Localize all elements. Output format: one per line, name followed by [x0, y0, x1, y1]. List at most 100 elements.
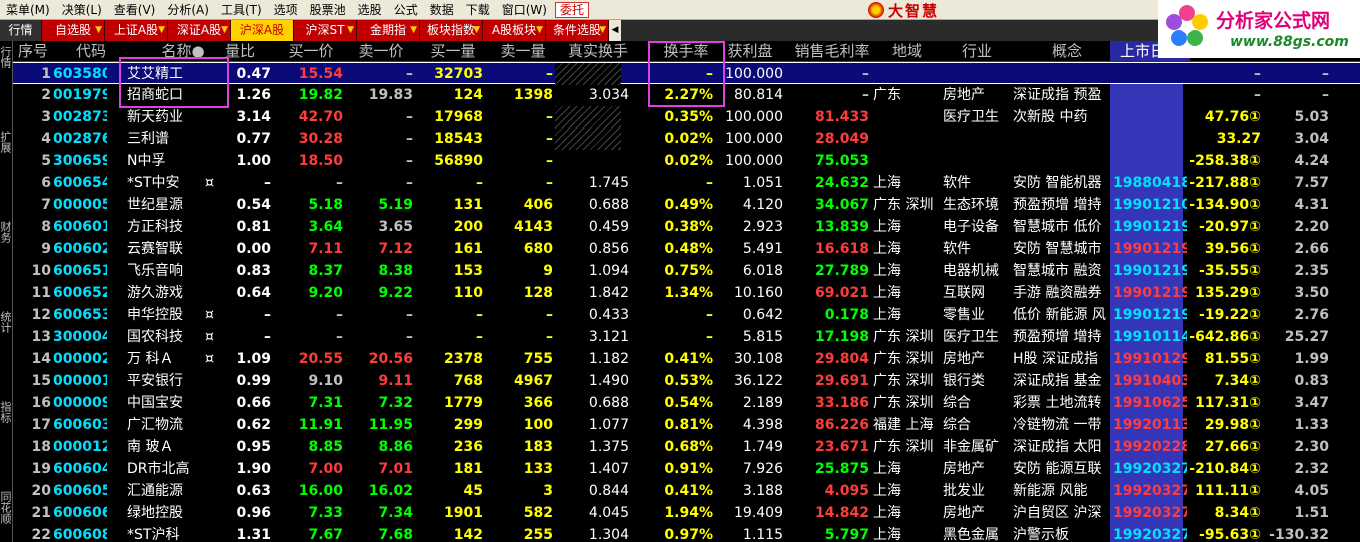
- side-tab-1[interactable]: 扩展: [0, 131, 12, 153]
- table-row[interactable]: 16 000009 中国宝安 0.66 7.31 7.32 1779 366 0.688 0.54…: [13, 392, 1360, 414]
- chevron-down-icon[interactable]: ▼: [284, 20, 291, 41]
- menu-item-12[interactable]: 委托: [554, 1, 589, 18]
- menu-item-10[interactable]: 下载: [460, 0, 496, 20]
- side-tab-3[interactable]: 统计: [0, 311, 12, 333]
- col-header-10[interactable]: 获利盘: [723, 41, 777, 62]
- menu-item-2[interactable]: 查看(V): [108, 0, 162, 20]
- col-header-0[interactable]: 序号: [15, 41, 51, 62]
- cell-sv: 183: [523, 439, 553, 455]
- chevron-down-icon[interactable]: ▼: [221, 20, 228, 41]
- tab-6[interactable]: 金期指 ▼: [357, 20, 420, 41]
- side-tab-5[interactable]: 同花顺: [0, 491, 12, 524]
- side-tab-4[interactable]: 指标: [0, 401, 12, 423]
- col-header-1[interactable]: 代码: [71, 41, 111, 62]
- col-header-4[interactable]: 买一价: [281, 41, 341, 62]
- cell-pb: 7.57: [1294, 175, 1329, 191]
- table-row[interactable]: 5 300659 N中孚 1.00 18.50 – 56890 – 0.02% 100.000 75…: [13, 150, 1360, 172]
- menu-item-8[interactable]: 公式: [388, 0, 424, 20]
- cell-n: 1: [41, 66, 51, 82]
- table-row[interactable]: 8 600601 方正科技 0.81 3.64 3.65 200 4143 0.459 0.38%…: [13, 216, 1360, 238]
- table-row[interactable]: 22 600608 *ST沪科 1.31 7.67 7.68 142 255 1.304 0.97…: [13, 524, 1360, 542]
- table-row[interactable]: 7 000005 世纪星源 0.54 5.18 5.19 131 406 0.688 0.49% 4…: [13, 194, 1360, 216]
- cell-ind: 房地产: [943, 351, 985, 367]
- tab-2[interactable]: 上证A股 ▼: [105, 20, 168, 41]
- cell-gm: 86.226: [814, 417, 869, 433]
- table-row[interactable]: 10 600651 飞乐音响 0.83 8.37 8.38 153 9 1.094 0.75% 6.…: [13, 260, 1360, 282]
- chevron-down-icon[interactable]: ▼: [599, 20, 606, 41]
- menu-item-3[interactable]: 分析(A): [161, 0, 215, 20]
- cell-b1: 5.18: [308, 197, 343, 213]
- cell-rt: 3.034: [588, 87, 629, 103]
- tab-9[interactable]: 条件选股 ▼: [546, 20, 609, 41]
- menu-item-5[interactable]: 选项: [268, 0, 304, 20]
- flag-icon: ¤: [205, 329, 214, 345]
- tab-7[interactable]: 板块指数 ▼: [420, 20, 483, 41]
- table-row[interactable]: 20 600605 汇通能源 0.63 16.00 16.02 45 3 0.844 0.41% 3…: [13, 480, 1360, 502]
- table-row[interactable]: 3 002873 新天药业 3.14 42.70 – 17968 – 0.35% 100.000 8…: [13, 106, 1360, 128]
- tab-4[interactable]: 沪深A股 ▼: [231, 20, 294, 41]
- cell-s1: 9.11: [378, 373, 413, 389]
- menu-item-4[interactable]: 工具(T): [215, 0, 268, 20]
- table-row[interactable]: 6 600654 *ST中安 – – – – –1.745–1.051 24.632 上海 软件 安防…: [13, 172, 1360, 194]
- table-row[interactable]: 13 300004 国农科技 – – – – –3.121–5.815 17.198 广东 深圳医…: [13, 326, 1360, 348]
- cell-b1: 30.28: [298, 131, 343, 147]
- col-header-12[interactable]: 地域: [887, 41, 927, 62]
- cell-bv: 236: [453, 439, 483, 455]
- menu-item-7[interactable]: 选股: [352, 0, 388, 20]
- cell-hl: 6.018: [742, 263, 783, 279]
- tab-3[interactable]: 深证A股 ▼: [168, 20, 231, 41]
- side-tab-2[interactable]: 财务: [0, 221, 12, 243]
- chevron-down-icon[interactable]: ▼: [95, 20, 102, 41]
- cell-tr: 0.75%: [664, 263, 713, 279]
- menu-item-1[interactable]: 决策(L): [56, 0, 108, 20]
- cell-n: 21: [31, 505, 51, 521]
- tab-0[interactable]: 行情: [0, 20, 42, 41]
- chevron-down-icon[interactable]: ▼: [536, 20, 543, 41]
- cell-b1: 3.64: [308, 219, 343, 235]
- menu-item-11[interactable]: 窗口(W): [496, 0, 553, 20]
- cell-pe: -95.63①: [1199, 527, 1261, 542]
- tab-5[interactable]: 沪深ST ▼: [294, 20, 357, 41]
- col-header-13[interactable]: 行业: [957, 41, 997, 62]
- side-tab-0[interactable]: 行情: [0, 46, 12, 68]
- tab-1[interactable]: 自选股 ▼: [42, 20, 105, 41]
- cell-gm: 27.789: [814, 263, 869, 279]
- col-header-8[interactable]: 真实换手: [559, 41, 637, 62]
- table-row[interactable]: 12 600653 申华控股 – – – – –0.433–0.642 0.178 上海 零售业 低价…: [13, 304, 1360, 326]
- table-row[interactable]: 15 000001 平安银行 0.99 9.10 9.11 768 4967 1.490 0.53…: [13, 370, 1360, 392]
- table-row[interactable]: 17 600603 广汇物流 0.62 11.91 11.95 299 100 1.077 0.8…: [13, 414, 1360, 436]
- cell-sv: –: [546, 131, 553, 147]
- col-header-6[interactable]: 买一量: [421, 41, 485, 62]
- col-header-7[interactable]: 卖一量: [491, 41, 555, 62]
- table-row[interactable]: 9 600602 云赛智联 0.00 7.11 7.12 161 680 0.856 0.48% 5…: [13, 238, 1360, 260]
- table-row[interactable]: 4 002876 三利谱 0.77 30.28 – 18543 – 0.02% 100.000 28…: [13, 128, 1360, 150]
- col-header-5[interactable]: 卖一价: [351, 41, 411, 62]
- cell-s1: 7.68: [378, 527, 413, 542]
- cell-s1: 9.22: [378, 285, 413, 301]
- chevron-down-icon[interactable]: ▼: [158, 20, 165, 41]
- menu-bar: 菜单(M) 决策(L) 查看(V) 分析(A) 工具(T) 选项 股票池 选股 公式 数据 下载 窗口…: [0, 0, 1360, 20]
- cell-con: 冷链物流 一带: [1013, 417, 1102, 433]
- menu-item-0[interactable]: 菜单(M): [0, 0, 56, 20]
- chevron-down-icon[interactable]: ▼: [347, 20, 354, 41]
- cell-n: 5: [41, 153, 51, 169]
- table-row[interactable]: 21 600606 绿地控股 0.96 7.33 7.34 1901 582 4.045 1.94…: [13, 502, 1360, 524]
- cell-pb: 2.20: [1294, 219, 1329, 235]
- cell-name: 飞乐音响: [127, 263, 183, 279]
- tab-8[interactable]: A股板块 ▼: [483, 20, 546, 41]
- table-row[interactable]: 19 600604 DR市北高 1.90 7.00 7.01 181 133 1.407 0.91…: [13, 458, 1360, 480]
- table-row[interactable]: 18 000012 南 玻Ａ 0.95 8.85 8.86 236 183 1.375 0.68%…: [13, 436, 1360, 458]
- col-header-11[interactable]: 销售毛利率: [787, 41, 877, 62]
- table-row[interactable]: 14 000002 万 科Ａ 1.09 20.55 20.56 2378 755 1.182 0.…: [13, 348, 1360, 370]
- cell-reg: [873, 150, 943, 172]
- cell-date: 19910114: [1113, 329, 1187, 345]
- menu-item-6[interactable]: 股票池: [304, 0, 352, 20]
- cell-bv: 1901: [444, 505, 483, 521]
- table-row[interactable]: 11 600652 游久游戏 0.64 9.20 9.22 110 128 1.842 1.34%…: [13, 282, 1360, 304]
- chevron-down-icon[interactable]: ▼: [473, 20, 480, 41]
- chevron-down-icon[interactable]: ▼: [410, 20, 417, 41]
- col-header-14[interactable]: 概念: [1039, 41, 1095, 62]
- cell-name: DR市北高: [127, 461, 190, 477]
- menu-item-9[interactable]: 数据: [424, 0, 460, 20]
- tab-scroll-left-icon[interactable]: ◀: [609, 20, 621, 41]
